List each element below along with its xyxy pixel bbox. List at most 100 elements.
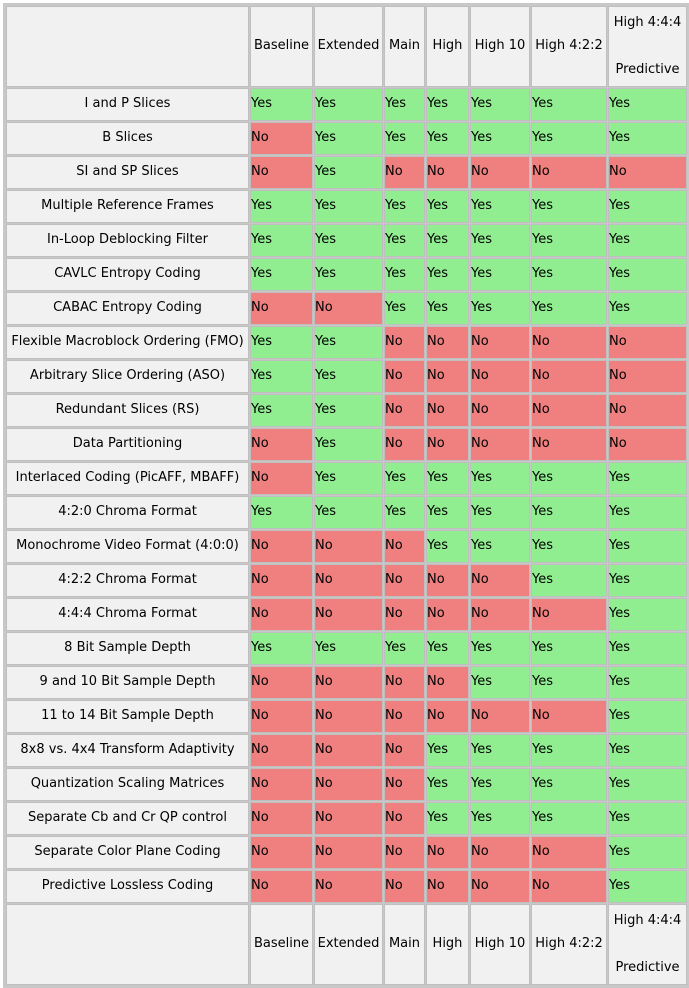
support-cell: No — [470, 700, 530, 733]
support-cell: No — [314, 666, 383, 699]
support-cell: No — [470, 870, 530, 903]
table-row: Flexible Macroblock Ordering (FMO) Yes Yes… — [6, 326, 687, 359]
support-cell: No — [384, 734, 425, 767]
support-cell: Yes — [250, 224, 313, 257]
table-row: Data Partitioning No Yes No No No No No — [6, 428, 687, 461]
support-cell: No — [531, 700, 607, 733]
support-cell: No — [470, 598, 530, 631]
support-cell: No — [314, 700, 383, 733]
support-cell: Yes — [426, 530, 469, 563]
table-row: I and P Slices Yes Yes Yes Yes Yes Yes Yes — [6, 88, 687, 121]
support-cell: Yes — [608, 88, 687, 121]
support-cell: Yes — [250, 88, 313, 121]
table-row: CAVLC Entropy Coding Yes Yes Yes Yes Yes Yes Ye… — [6, 258, 687, 291]
support-cell: No — [384, 360, 425, 393]
support-cell: Yes — [470, 666, 530, 699]
support-cell: Yes — [531, 768, 607, 801]
support-cell: Yes — [470, 258, 530, 291]
support-cell: No — [470, 564, 530, 597]
support-cell: No — [384, 564, 425, 597]
support-cell: Yes — [426, 632, 469, 665]
support-cell: No — [426, 836, 469, 869]
table-row: In-Loop Deblocking Filter Yes Yes Yes Yes Yes… — [6, 224, 687, 257]
support-cell: Yes — [314, 88, 383, 121]
support-cell: Yes — [314, 224, 383, 257]
feature-label: Multiple Reference Frames — [6, 190, 249, 223]
table-header: Baseline Extended Main High High 10 High… — [6, 6, 687, 87]
support-cell: Yes — [384, 224, 425, 257]
support-cell: Yes — [426, 734, 469, 767]
support-cell: No — [531, 156, 607, 189]
feature-label: Separate Cb and Cr QP control — [6, 802, 249, 835]
support-cell: Yes — [608, 836, 687, 869]
support-cell: No — [426, 870, 469, 903]
support-cell: No — [384, 666, 425, 699]
feature-label: Separate Color Plane Coding — [6, 836, 249, 869]
support-cell: No — [384, 768, 425, 801]
support-cell: Yes — [470, 462, 530, 495]
column-header-high-444-line2: Predictive — [615, 61, 680, 77]
support-cell: Yes — [314, 326, 383, 359]
support-cell: No — [314, 530, 383, 563]
support-cell: Yes — [608, 190, 687, 223]
support-cell: Yes — [314, 496, 383, 529]
support-cell: Yes — [608, 734, 687, 767]
support-cell: Yes — [531, 734, 607, 767]
support-cell: Yes — [384, 632, 425, 665]
support-cell: Yes — [531, 530, 607, 563]
support-cell: No — [250, 802, 313, 835]
support-cell: Yes — [314, 156, 383, 189]
support-cell: No — [470, 360, 530, 393]
support-cell: Yes — [384, 88, 425, 121]
support-cell: No — [531, 870, 607, 903]
support-cell: Yes — [426, 496, 469, 529]
support-cell: No — [608, 326, 687, 359]
support-cell: Yes — [608, 462, 687, 495]
support-cell: No — [250, 122, 313, 155]
support-cell: No — [250, 564, 313, 597]
support-cell: No — [250, 768, 313, 801]
support-cell: Yes — [531, 666, 607, 699]
support-cell: Yes — [531, 632, 607, 665]
support-cell: Yes — [531, 224, 607, 257]
support-cell: Yes — [608, 768, 687, 801]
support-cell: No — [314, 564, 383, 597]
support-cell: Yes — [250, 360, 313, 393]
support-cell: Yes — [531, 564, 607, 597]
column-header-high-10: High 10 — [470, 6, 530, 87]
support-cell: Yes — [426, 802, 469, 835]
support-cell: No — [314, 836, 383, 869]
support-cell: Yes — [426, 88, 469, 121]
column-header-main: Main — [384, 6, 425, 87]
support-cell: Yes — [470, 632, 530, 665]
support-cell: No — [470, 326, 530, 359]
support-cell: Yes — [384, 496, 425, 529]
support-cell: Yes — [470, 496, 530, 529]
footer-column-header-high-444-line2: Predictive — [615, 959, 680, 975]
support-cell: Yes — [250, 632, 313, 665]
support-cell: Yes — [470, 734, 530, 767]
support-cell: No — [384, 530, 425, 563]
support-cell: Yes — [426, 224, 469, 257]
support-cell: Yes — [608, 598, 687, 631]
support-cell: No — [384, 802, 425, 835]
support-cell: Yes — [384, 190, 425, 223]
support-cell: Yes — [384, 258, 425, 291]
support-cell: No — [250, 666, 313, 699]
support-cell: No — [250, 700, 313, 733]
support-cell: Yes — [531, 122, 607, 155]
support-cell: Yes — [608, 564, 687, 597]
support-cell: Yes — [531, 190, 607, 223]
column-header-extended: Extended — [314, 6, 383, 87]
feature-label: B Slices — [6, 122, 249, 155]
support-cell: Yes — [608, 122, 687, 155]
footer-row: Baseline Extended Main High High 10 High… — [6, 904, 687, 985]
support-cell: No — [250, 462, 313, 495]
support-cell: No — [384, 394, 425, 427]
support-cell: Yes — [531, 88, 607, 121]
support-cell: Yes — [608, 530, 687, 563]
support-cell: No — [531, 394, 607, 427]
support-cell: No — [608, 156, 687, 189]
support-cell: Yes — [470, 802, 530, 835]
support-cell: Yes — [608, 870, 687, 903]
